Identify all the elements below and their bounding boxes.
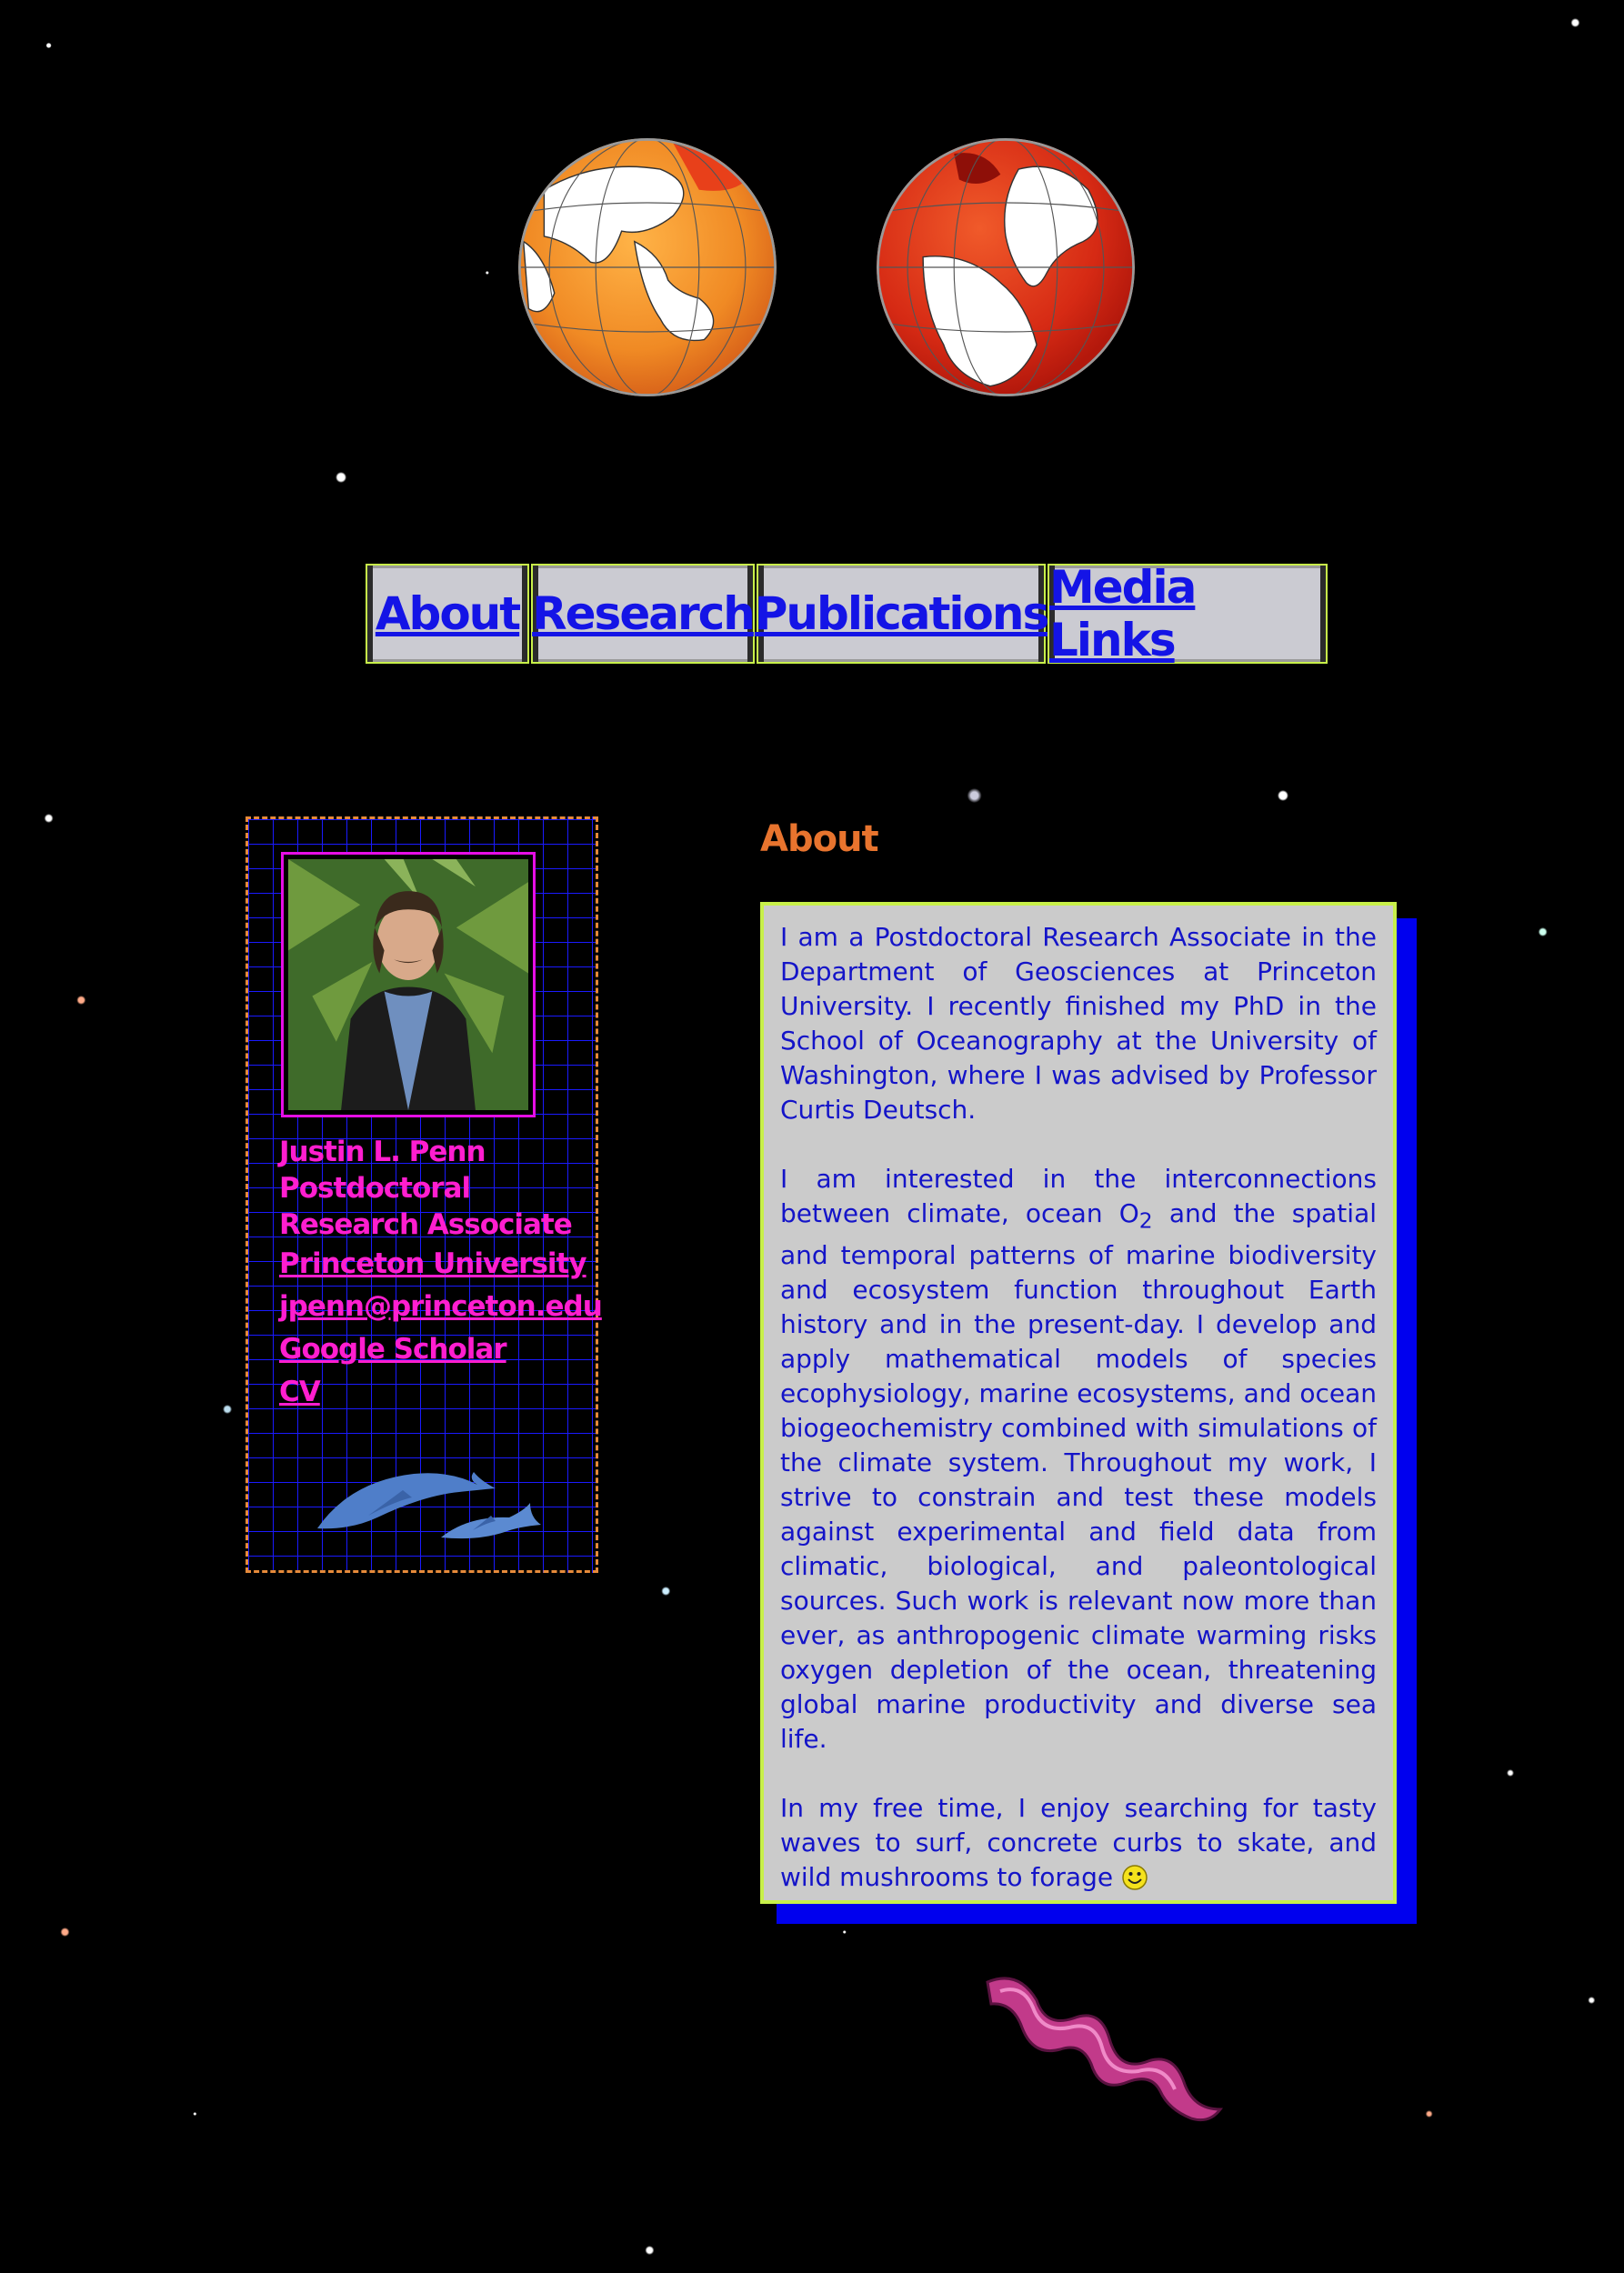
nav-link-media-links[interactable]: Media Links [1049,561,1326,666]
email-link[interactable]: jpenn@princeton.edu [279,1286,603,1328]
nav-item-research[interactable]: Research [531,564,756,664]
cv-link[interactable]: CV [279,1371,588,1414]
portrait-photo [288,859,528,1110]
about-paragraph-3: In my free time, I enjoy searching for t… [780,1791,1377,1895]
globe-image-left [518,138,777,396]
profile-card: Justin L. Penn Postdoctoral Research Ass… [246,816,603,1573]
about-text-box: I am a Postdoctoral Research Associate i… [760,902,1397,1904]
nav-item-media-links[interactable]: Media Links [1048,561,1328,666]
about-heading: About [760,818,879,860]
profile-name: Justin L. Penn [279,1136,486,1168]
oxygen-subscript: 2 [1138,1207,1153,1234]
squid-image [986,1977,1224,2122]
about-paragraph-2-end: and the spatial and temporal patterns of… [780,1198,1378,1754]
about-paragraph-2: I am interested in the interconnections … [780,1162,1377,1757]
nav-item-about[interactable]: About [366,564,529,664]
profile-info: Justin L. Penn Postdoctoral Research Ass… [279,1134,603,1414]
nav-link-research[interactable]: Research [532,587,756,640]
dolphins-image [317,1472,541,1539]
about-paragraph-1: I am a Postdoctoral Research Associate i… [780,922,1377,1125]
main-nav: About Research Publications Media Links [366,561,1329,667]
profile-title: Postdoctoral Research Associate [279,1172,573,1241]
nav-link-publications[interactable]: Publications [755,587,1049,640]
globe-image-right [877,138,1135,396]
google-scholar-link[interactable]: Google Scholar [279,1328,588,1371]
nav-link-about[interactable]: About [376,587,521,640]
portrait-frame [281,852,536,1117]
nav-item-publications[interactable]: Publications [755,564,1049,664]
affiliation-link[interactable]: Princeton University [279,1243,588,1286]
about-paragraph-3-text: In my free time, I enjoy searching for t… [780,1792,1377,1892]
smiley-icon [1122,1864,1148,1890]
